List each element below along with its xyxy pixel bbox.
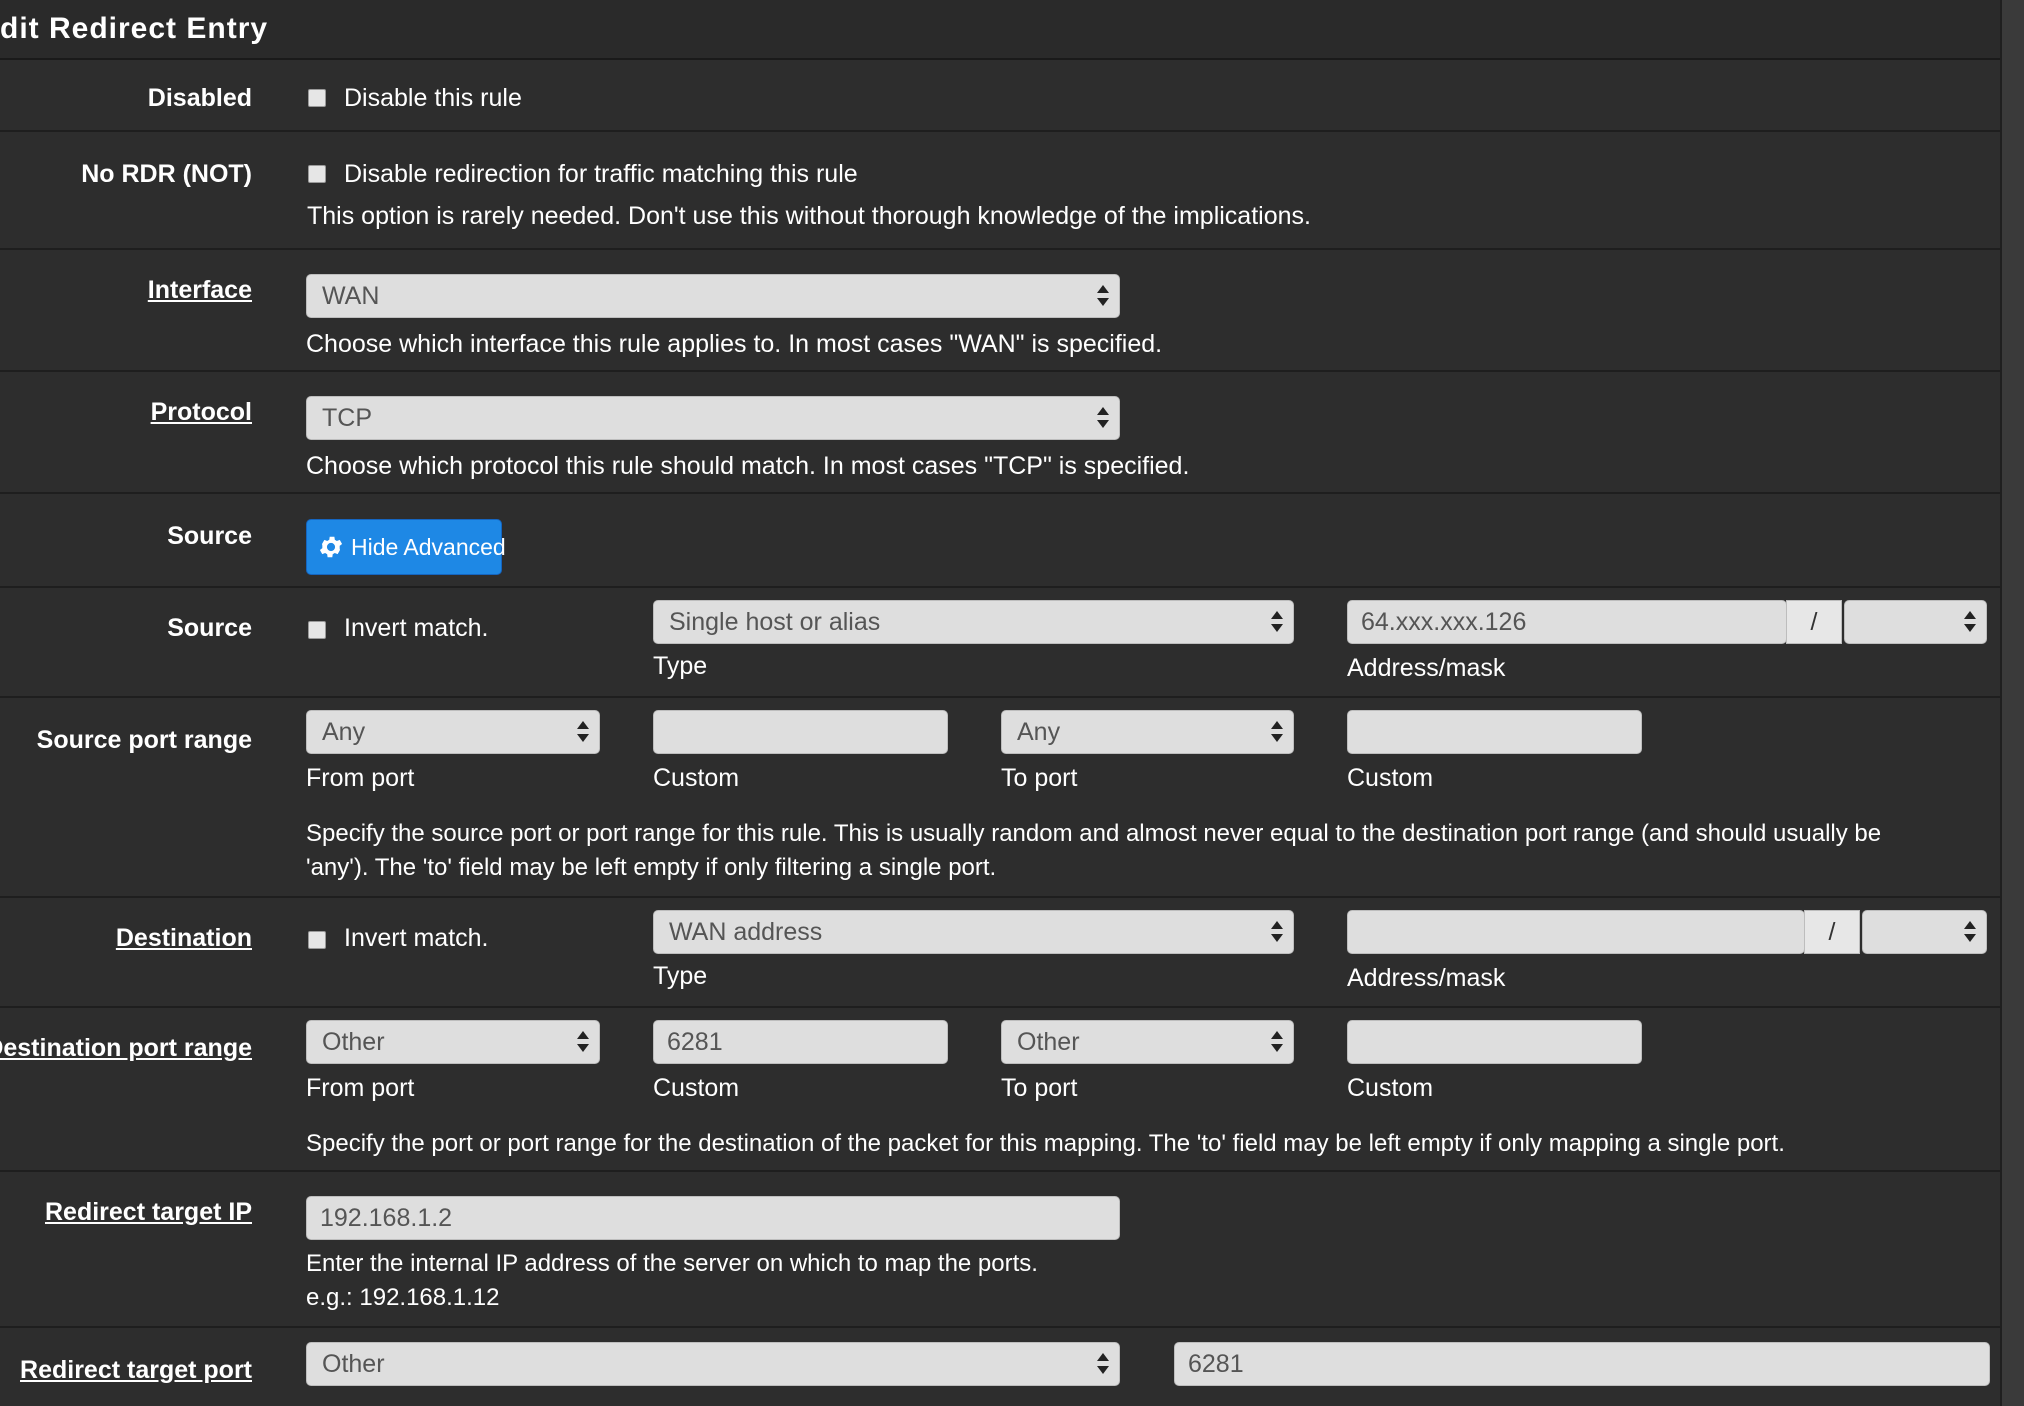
gear-icon bbox=[319, 536, 343, 558]
source-address-input[interactable]: 64.xxx.xxx.126 bbox=[1347, 600, 1787, 644]
interface-label: Interface bbox=[147, 276, 252, 304]
dest-to-custom-input[interactable] bbox=[1347, 1020, 1642, 1064]
destination-type-value: WAN address bbox=[669, 918, 823, 946]
source-invert-checkbox[interactable] bbox=[308, 621, 326, 639]
redirect-target-ip-label: Redirect target IP bbox=[44, 1198, 252, 1226]
source-address-caption: Address/mask bbox=[1347, 654, 1506, 682]
source-label: Source bbox=[167, 614, 252, 642]
source-from-port-value: Any bbox=[322, 718, 366, 746]
destination-mask-select[interactable] bbox=[1862, 910, 1987, 954]
dest-to-port-value: Other bbox=[1017, 1028, 1080, 1056]
source-to-port-select[interactable]: Any bbox=[1001, 710, 1294, 754]
redirect-target-ip-help-line2: e.g.: 192.168.1.12 bbox=[306, 1284, 500, 1311]
row-source-advanced: Source bbox=[0, 494, 2000, 588]
select-arrows-icon bbox=[1097, 1351, 1109, 1377]
dest-from-custom-caption: Custom bbox=[653, 1074, 740, 1102]
row-nordr: No RDR (NOT) Disable redirection for tra… bbox=[0, 132, 2000, 250]
select-arrows-icon bbox=[577, 719, 589, 745]
destination-address-input[interactable] bbox=[1347, 910, 1805, 954]
row-redirect-target-port: Redirect target port Other 6281 bbox=[0, 1328, 2000, 1406]
row-interface: Interface WAN Choose which interface thi… bbox=[0, 250, 2000, 372]
disable-rule-checkbox[interactable] bbox=[308, 89, 326, 107]
hide-advanced-button[interactable]: Hide Advanced bbox=[306, 519, 506, 575]
row-redirect-target-ip: Redirect target IP 192.168.1.2 Enter the… bbox=[0, 1172, 2000, 1328]
protocol-select-value: TCP bbox=[322, 404, 372, 432]
row-destination-port-range: Destination port range Other From port 6… bbox=[0, 1008, 2000, 1172]
disable-rule-text: Disable this rule bbox=[344, 84, 522, 112]
row-source: Source Invert match. Single host or alia… bbox=[0, 588, 2000, 698]
source-type-select[interactable]: Single host or alias bbox=[653, 600, 1294, 644]
redirect-target-port-label: Redirect target port bbox=[20, 1356, 252, 1384]
protocol-select[interactable]: TCP bbox=[306, 396, 1120, 440]
source-to-custom-caption: Custom bbox=[1347, 764, 1434, 792]
dest-from-port-caption: From port bbox=[306, 1074, 415, 1102]
source-from-port-caption: From port bbox=[306, 764, 415, 792]
source-type-caption: Type bbox=[653, 652, 708, 680]
select-arrows-icon bbox=[1271, 1029, 1283, 1055]
source-port-range-label: Source port range bbox=[36, 726, 252, 754]
redirect-target-port-select[interactable]: Other bbox=[306, 1342, 1120, 1386]
nordr-checkbox[interactable] bbox=[308, 165, 326, 183]
nordr-text: Disable redirection for traffic matching… bbox=[344, 160, 858, 188]
hide-advanced-label: Hide Advanced bbox=[351, 534, 506, 560]
destination-type-caption: Type bbox=[653, 962, 708, 990]
panel-title: dit Redirect Entry bbox=[0, 12, 269, 45]
source-to-port-value: Any bbox=[1017, 718, 1061, 746]
protocol-help: Choose which protocol this rule should m… bbox=[306, 452, 1190, 480]
redirect-target-ip-help-line1: Enter the internal IP address of the ser… bbox=[306, 1250, 1038, 1277]
row-protocol: Protocol TCP Choose which protocol this … bbox=[0, 372, 2000, 494]
destination-invert-checkbox[interactable] bbox=[308, 931, 326, 949]
row-source-port-range: Source port range Any From port Custom A… bbox=[0, 698, 2000, 898]
destination-port-range-label: Destination port range bbox=[0, 1034, 252, 1062]
source-port-help-line1: Specify the source port or port range fo… bbox=[306, 820, 1882, 847]
interface-help: Choose which interface this rule applies… bbox=[306, 330, 1163, 358]
select-arrows-icon bbox=[1964, 919, 1976, 945]
source-to-port-caption: To port bbox=[1001, 764, 1078, 792]
dest-from-port-value: Other bbox=[322, 1028, 385, 1056]
nordr-help: This option is rarely needed. Don't use … bbox=[307, 202, 1311, 230]
select-arrows-icon bbox=[1964, 609, 1976, 635]
nordr-label: No RDR (NOT) bbox=[81, 160, 252, 188]
redirect-target-port-custom-input[interactable]: 6281 bbox=[1174, 1342, 1990, 1386]
dest-port-help: Specify the port or port range for the d… bbox=[306, 1130, 1785, 1157]
panel-header: dit Redirect Entry bbox=[0, 0, 2000, 60]
row-destination: Destination Invert match. WAN address Ty… bbox=[0, 898, 2000, 1008]
destination-mask-separator: / bbox=[1804, 910, 1860, 954]
dest-from-port-select[interactable]: Other bbox=[306, 1020, 600, 1064]
source-mask-separator: / bbox=[1786, 600, 1842, 644]
source-port-help-line2: 'any'). The 'to' field may be left empty… bbox=[306, 854, 997, 881]
dest-to-custom-caption: Custom bbox=[1347, 1074, 1434, 1102]
row-disabled: Disabled Disable this rule bbox=[0, 60, 2000, 132]
destination-address-caption: Address/mask bbox=[1347, 964, 1506, 992]
select-arrows-icon bbox=[1271, 919, 1283, 945]
dest-from-custom-input[interactable]: 6281 bbox=[653, 1020, 948, 1064]
source-type-value: Single host or alias bbox=[669, 608, 881, 636]
dest-to-port-caption: To port bbox=[1001, 1074, 1078, 1102]
destination-invert-text: Invert match. bbox=[344, 924, 489, 952]
select-arrows-icon bbox=[577, 1029, 589, 1055]
source-invert-text: Invert match. bbox=[344, 614, 489, 642]
source-from-custom-input[interactable] bbox=[653, 710, 948, 754]
disabled-label: Disabled bbox=[147, 84, 252, 112]
destination-label: Destination bbox=[115, 924, 252, 952]
interface-select[interactable]: WAN bbox=[306, 274, 1120, 318]
source-mask-select[interactable] bbox=[1844, 600, 1987, 644]
protocol-label: Protocol bbox=[150, 398, 252, 426]
scrollbar[interactable] bbox=[2000, 0, 2024, 1406]
select-arrows-icon bbox=[1271, 609, 1283, 635]
source-advanced-label: Source bbox=[167, 522, 252, 550]
select-arrows-icon bbox=[1271, 719, 1283, 745]
select-arrows-icon bbox=[1097, 283, 1109, 309]
source-from-port-select[interactable]: Any bbox=[306, 710, 600, 754]
redirect-target-ip-input[interactable]: 192.168.1.2 bbox=[306, 1196, 1120, 1240]
redirect-target-port-value: Other bbox=[322, 1350, 385, 1378]
source-to-custom-input[interactable] bbox=[1347, 710, 1642, 754]
destination-type-select[interactable]: WAN address bbox=[653, 910, 1294, 954]
select-arrows-icon bbox=[1097, 405, 1109, 431]
source-from-custom-caption: Custom bbox=[653, 764, 740, 792]
dest-to-port-select[interactable]: Other bbox=[1001, 1020, 1294, 1064]
interface-select-value: WAN bbox=[322, 282, 380, 310]
